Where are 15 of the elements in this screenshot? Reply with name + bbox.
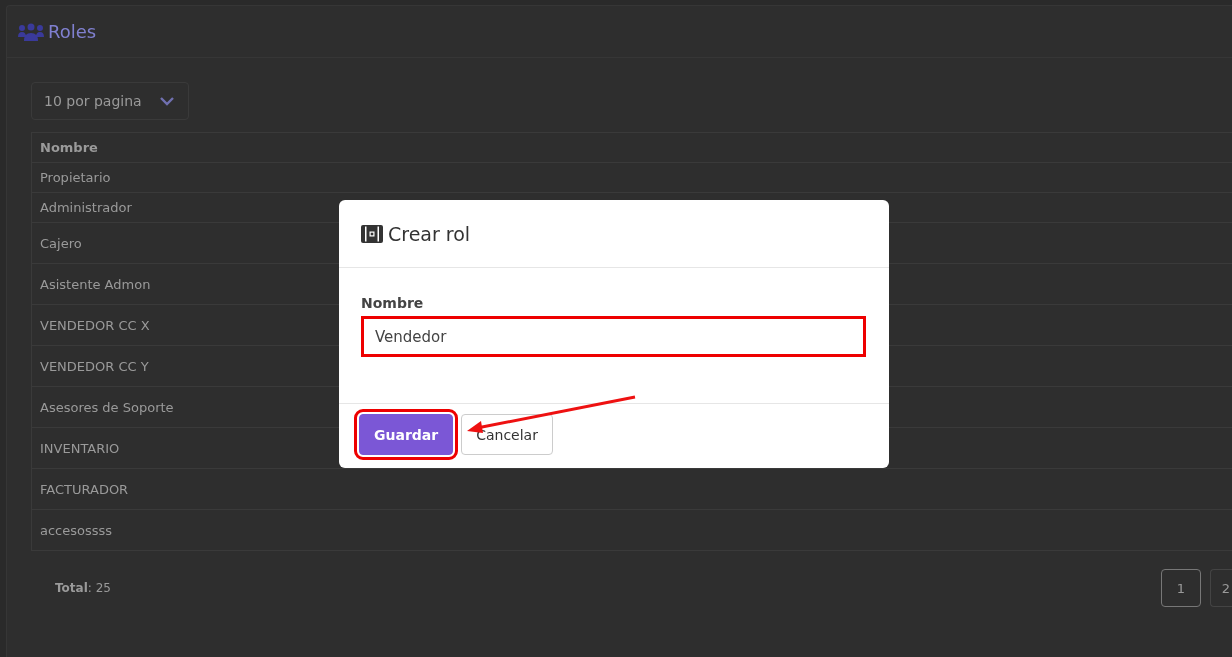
page-size-select[interactable]: 10 por pagina	[31, 82, 189, 120]
table-cell: FACTURADOR	[32, 469, 1232, 510]
total-count: Total: 25	[55, 581, 111, 595]
dialog-title: Crear rol	[388, 222, 471, 245]
users-icon	[18, 22, 44, 41]
page-title: Roles	[48, 21, 97, 42]
input-field[interactable]: Vendedor	[361, 316, 866, 357]
page-button[interactable]: 2	[1210, 569, 1232, 607]
page-button[interactable]: 1	[1161, 569, 1201, 607]
caret-icon	[160, 96, 174, 106]
cancel-button[interactable]: Cancelar	[461, 414, 553, 455]
chest-icon	[361, 224, 383, 243]
table-cell: Propietario	[32, 163, 1232, 193]
table-cell: accesossss	[32, 510, 1232, 551]
column-header: Nombre	[32, 133, 1232, 163]
